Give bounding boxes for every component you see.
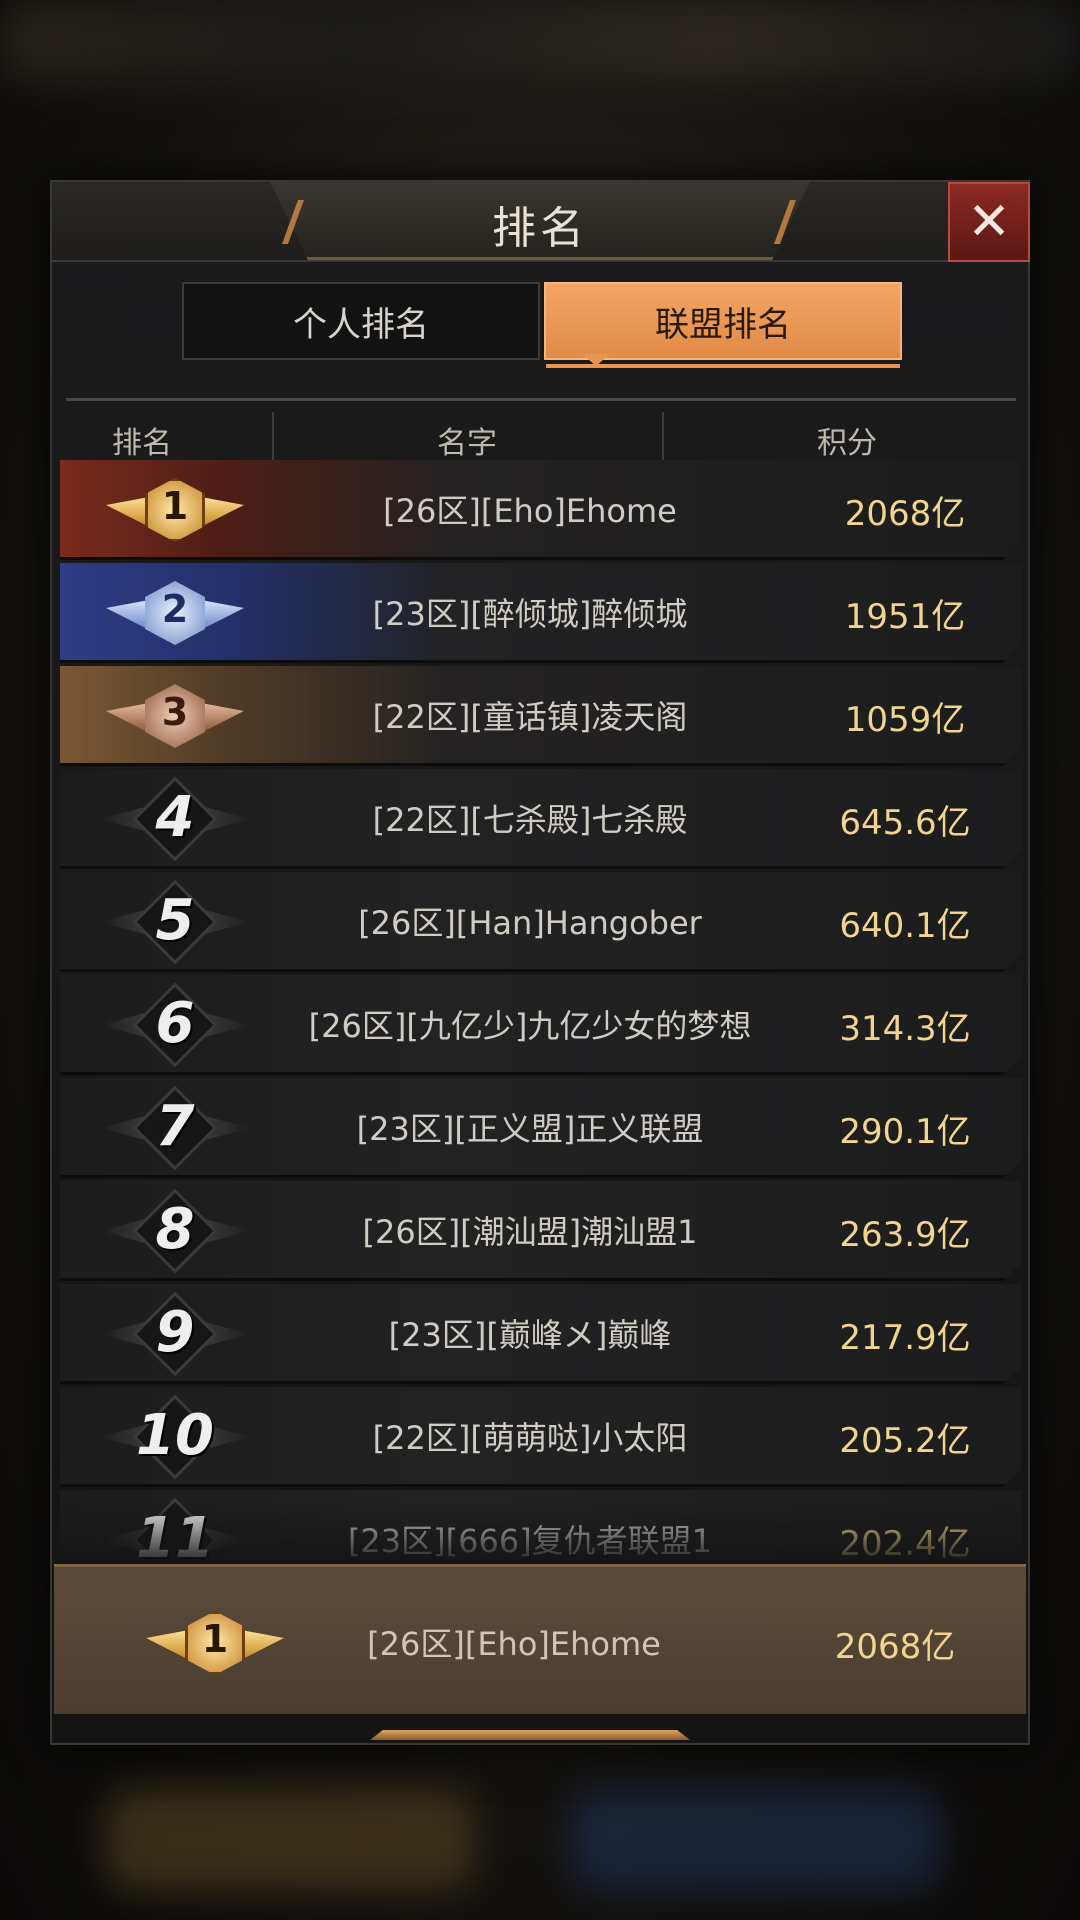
table-row[interactable]: 10 [22区][萌萌哒]小太阳 205.2亿 xyxy=(60,1387,1022,1487)
alliance-name: [26区][Eho]Ehome xyxy=(383,492,677,530)
tab-personal-ranking[interactable]: 个人排名 xyxy=(182,282,540,360)
page-title: 排名 xyxy=(492,203,588,254)
rank-number: 9 xyxy=(155,1300,195,1365)
alliance-name: [22区][七杀殿]七杀殿 xyxy=(372,801,688,839)
active-tab-indicator xyxy=(582,354,610,366)
close-icon: ✕ xyxy=(967,192,1011,252)
alliance-score: 2068亿 xyxy=(844,494,966,534)
rank-number: 6 xyxy=(155,991,195,1056)
alliance-score: 314.3亿 xyxy=(839,1009,971,1049)
rank-number: 10 xyxy=(136,1403,214,1468)
alliance-name: [26区][潮汕盟]潮汕盟1 xyxy=(362,1213,698,1251)
table-row[interactable]: 5 [26区][Han]Hangober 640.1亿 xyxy=(60,872,1022,972)
alliance-score: 1059亿 xyxy=(844,700,966,740)
rank-badge: 7 xyxy=(100,1085,250,1171)
header-separator xyxy=(662,412,664,460)
alliance-score: 640.1亿 xyxy=(839,906,971,946)
rank-badge: 8 xyxy=(100,1188,250,1274)
header-name: 名字 xyxy=(437,426,497,461)
rank-number: 8 xyxy=(155,1197,195,1262)
background-button-left xyxy=(105,1790,475,1890)
rank-badge: 5 xyxy=(100,879,250,965)
header-rank: 排名 xyxy=(112,426,172,461)
alliance-score: 217.9亿 xyxy=(839,1318,971,1358)
alliance-name: [22区][萌萌哒]小太阳 xyxy=(372,1419,688,1457)
rank-medal-silver: 2 xyxy=(100,573,250,653)
alliance-score: 205.2亿 xyxy=(839,1421,971,1461)
rank-badge: 10 xyxy=(100,1394,250,1480)
table-row[interactable]: 2 [23区][醉倾城]醉倾城 1951亿 xyxy=(60,563,1022,663)
table-row[interactable]: 9 [23区][巅峰メ]巅峰 217.9亿 xyxy=(60,1284,1022,1384)
alliance-name: [23区][正义盟]正义联盟 xyxy=(356,1110,704,1148)
alliance-score: 1951亿 xyxy=(844,597,966,637)
table-row[interactable]: 6 [26区][九亿少]九亿少女的梦想 314.3亿 xyxy=(60,975,1022,1075)
rank-badge: 6 xyxy=(100,982,250,1068)
alliance-score: 645.6亿 xyxy=(839,803,971,843)
background-button-right xyxy=(570,1790,940,1890)
alliance-name: [26区][九亿少]九亿少女的梦想 xyxy=(308,1007,752,1045)
table-row[interactable]: 3 [22区][童话镇]凌天阁 1059亿 xyxy=(60,666,1022,766)
background-top xyxy=(0,0,1080,80)
ranking-list[interactable]: 1 [26区][Eho]Ehome 2068亿 2 [23区][醉倾城]醉倾城 1951亿… xyxy=(60,460,1022,1560)
rank-number: 3 xyxy=(161,690,189,734)
rank-number: 1 xyxy=(161,484,189,528)
alliance-score: 290.1亿 xyxy=(839,1112,971,1152)
list-fade xyxy=(60,1502,1022,1562)
table-header: 排名 名字 积分 xyxy=(62,406,1022,466)
header-divider xyxy=(66,398,1016,401)
alliance-score: 263.9亿 xyxy=(839,1215,971,1255)
bottom-accent xyxy=(370,1730,690,1740)
rank-number: 4 xyxy=(155,785,195,850)
rank-number: 7 xyxy=(155,1094,195,1159)
title-bar: 排名 ✕ xyxy=(52,182,1030,262)
alliance-name: [26区][Han]Hangober xyxy=(358,904,702,942)
rank-medal-gold: 1 xyxy=(100,470,250,550)
close-button[interactable]: ✕ xyxy=(948,182,1030,262)
my-alliance-name: [26区][Eho]Ehome xyxy=(367,1625,661,1663)
ranking-panel: 排名 ✕ 个人排名 联盟排名 排名 名字 积分 1 [26区][Eho]Ehome… xyxy=(50,180,1030,1745)
rank-number: 2 xyxy=(161,587,189,631)
my-alliance-row: 1 [26区][Eho]Ehome 2068亿 xyxy=(54,1564,1026,1714)
header-separator xyxy=(272,412,274,460)
header-score: 积分 xyxy=(817,426,877,461)
alliance-name: [23区][醉倾城]醉倾城 xyxy=(372,595,688,633)
alliance-name: [22区][童话镇]凌天阁 xyxy=(372,698,688,736)
rank-badge: 4 xyxy=(100,776,250,862)
rank-badge: 9 xyxy=(100,1291,250,1377)
table-row[interactable]: 1 [26区][Eho]Ehome 2068亿 xyxy=(60,460,1022,560)
table-row[interactable]: 8 [26区][潮汕盟]潮汕盟1 263.9亿 xyxy=(60,1181,1022,1281)
table-row[interactable]: 7 [23区][正义盟]正义联盟 290.1亿 xyxy=(60,1078,1022,1178)
rank-number: 5 xyxy=(155,888,195,953)
my-alliance-score: 2068亿 xyxy=(834,1627,956,1667)
rank-medal-bronze: 3 xyxy=(100,676,250,756)
tab-bar: 个人排名 联盟排名 xyxy=(182,282,902,368)
alliance-name: [23区][巅峰メ]巅峰 xyxy=(388,1316,672,1354)
table-row[interactable]: 4 [22区][七杀殿]七杀殿 645.6亿 xyxy=(60,769,1022,869)
tab-alliance-ranking[interactable]: 联盟排名 xyxy=(544,282,902,368)
